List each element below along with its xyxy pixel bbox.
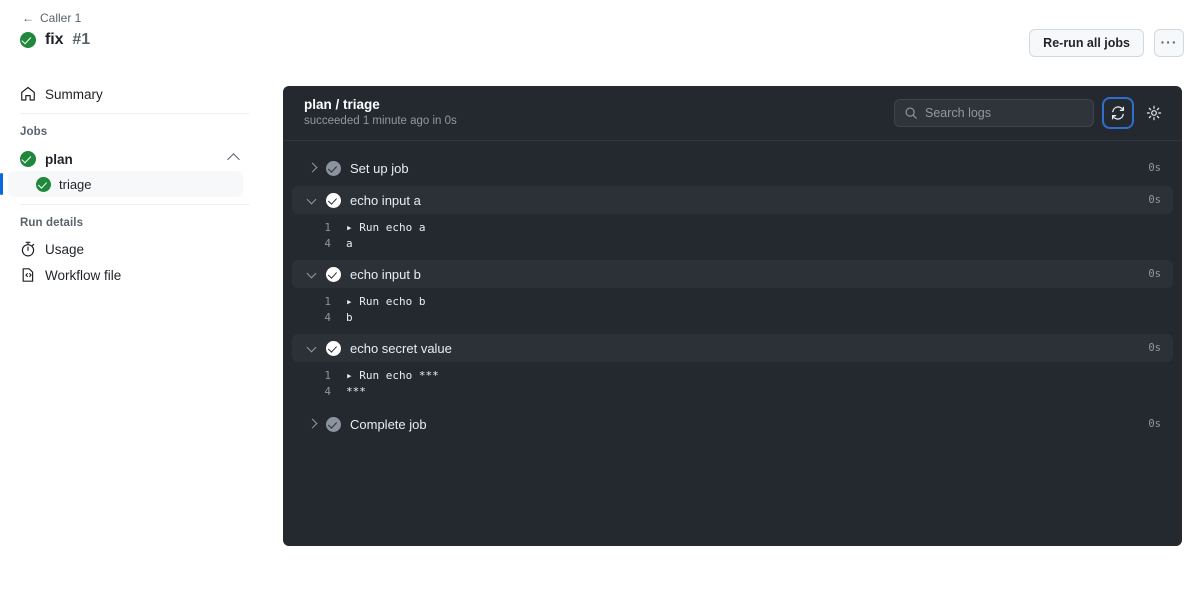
chevron-down-icon bbox=[308, 269, 318, 279]
check-circle-success-icon bbox=[20, 151, 36, 167]
log-step-duration: 0s bbox=[1148, 268, 1161, 280]
run-details-section-label: Run details bbox=[20, 217, 84, 229]
search-icon bbox=[905, 107, 917, 119]
log-line-text: *** bbox=[346, 385, 366, 398]
log-step-header[interactable]: Set up job 0s bbox=[292, 154, 1173, 182]
arrow-left-icon: ← bbox=[22, 11, 34, 25]
check-circle-icon bbox=[326, 192, 341, 208]
selected-indicator bbox=[0, 173, 3, 195]
log-line-text: ▸ Run echo a bbox=[346, 221, 426, 234]
sidebar-step-label: triage bbox=[59, 176, 92, 192]
log-step-duration: 0s bbox=[1148, 162, 1161, 174]
logs-step-list: Set up job 0s echo input a 0s 1 ▸ Run ec… bbox=[283, 154, 1182, 438]
log-line: 4 b bbox=[283, 310, 1182, 326]
log-line-text: b bbox=[346, 311, 353, 324]
sidebar-item-usage[interactable]: Usage bbox=[20, 241, 84, 257]
log-line-text: a bbox=[346, 237, 353, 250]
log-step-title: Set up job bbox=[350, 160, 409, 176]
back-to-caller-link[interactable]: ← Caller 1 bbox=[22, 11, 81, 25]
stopwatch-icon bbox=[21, 241, 35, 257]
chevron-up-icon[interactable] bbox=[227, 153, 240, 166]
log-line-number: 4 bbox=[324, 311, 331, 324]
log-step-duration: 0s bbox=[1148, 418, 1161, 430]
workflow-file-icon bbox=[22, 268, 34, 282]
chevron-down-icon bbox=[308, 343, 318, 353]
check-circle-icon bbox=[326, 340, 341, 356]
log-step-title: echo secret value bbox=[350, 340, 452, 356]
log-line: 1 ▸ Run echo a bbox=[283, 220, 1182, 236]
logs-title: plan / triage bbox=[304, 97, 380, 112]
sidebar-item-label: Summary bbox=[45, 86, 103, 102]
sidebar-item-triage[interactable]: triage bbox=[0, 171, 243, 197]
rerun-all-jobs-button[interactable]: Re-run all jobs bbox=[1029, 29, 1144, 57]
log-output: 1 ▸ Run echo a 4 a bbox=[283, 214, 1182, 260]
log-output: 1 ▸ Run echo b 4 b bbox=[283, 288, 1182, 334]
check-circle-icon bbox=[326, 160, 341, 176]
search-logs-placeholder: Search logs bbox=[925, 106, 992, 120]
sidebar-item-label: Workflow file bbox=[45, 267, 122, 283]
check-circle-success-icon bbox=[36, 176, 51, 192]
refresh-icon bbox=[1111, 106, 1125, 120]
kebab-horizontal-icon[interactable]: ··· bbox=[1154, 29, 1184, 57]
sidebar: ← Caller 1 fix #1 Summary Jobs plan tria… bbox=[0, 0, 270, 591]
run-name: fix bbox=[45, 31, 64, 48]
sidebar-item-summary[interactable]: Summary bbox=[20, 86, 103, 102]
log-output: 1 ▸ Run echo *** 4 *** bbox=[283, 362, 1182, 408]
sidebar-item-label: Usage bbox=[45, 241, 85, 257]
log-line-text: ▸ Run echo b bbox=[346, 295, 426, 308]
log-line-text: ▸ Run echo *** bbox=[346, 369, 439, 382]
log-line-number: 1 bbox=[324, 221, 331, 234]
sidebar-divider-2 bbox=[20, 204, 250, 205]
log-line: 4 *** bbox=[283, 384, 1182, 400]
log-line-number: 4 bbox=[324, 385, 331, 398]
check-circle-icon bbox=[326, 416, 341, 432]
logs-subtitle: succeeded 1 minute ago in 0s bbox=[304, 115, 457, 127]
job-name: plan bbox=[45, 151, 73, 167]
sidebar-job-plan[interactable]: plan bbox=[20, 147, 246, 171]
log-line: 1 ▸ Run echo b bbox=[283, 294, 1182, 310]
chevron-down-icon bbox=[308, 195, 318, 205]
logs-settings-button[interactable] bbox=[1140, 99, 1168, 127]
logs-header: plan / triage succeeded 1 minute ago in … bbox=[283, 86, 1182, 141]
log-step-header[interactable]: echo input b 0s bbox=[292, 260, 1173, 288]
check-circle-success-icon bbox=[20, 32, 36, 48]
log-step-header[interactable]: echo secret value 0s bbox=[292, 334, 1173, 362]
log-line-number: 4 bbox=[324, 237, 331, 250]
log-line-number: 1 bbox=[324, 295, 331, 308]
chevron-right-icon bbox=[308, 419, 318, 429]
jobs-section-label: Jobs bbox=[20, 126, 48, 138]
log-step-title: echo input b bbox=[350, 266, 421, 282]
log-line-number: 1 bbox=[324, 369, 331, 382]
log-step-header[interactable]: echo input a 0s bbox=[292, 186, 1173, 214]
log-step-title: echo input a bbox=[350, 192, 421, 208]
chevron-right-icon bbox=[308, 163, 318, 173]
check-circle-icon bbox=[326, 266, 341, 282]
home-icon bbox=[21, 86, 35, 101]
workflow-run-page: ← Caller 1 fix #1 Summary Jobs plan tria… bbox=[0, 0, 1200, 591]
log-step-header[interactable]: Complete job 0s bbox=[292, 410, 1173, 438]
log-step-duration: 0s bbox=[1148, 342, 1161, 354]
sidebar-divider-1 bbox=[20, 113, 250, 114]
back-link-label: Caller 1 bbox=[40, 11, 82, 25]
gear-icon bbox=[1146, 105, 1162, 121]
logs-panel: plan / triage succeeded 1 minute ago in … bbox=[283, 86, 1182, 546]
run-number: #1 bbox=[72, 31, 91, 48]
refresh-logs-button[interactable] bbox=[1104, 99, 1132, 127]
log-line: 1 ▸ Run echo *** bbox=[283, 368, 1182, 384]
search-logs-input[interactable]: Search logs bbox=[894, 99, 1094, 127]
log-step-title: Complete job bbox=[350, 416, 427, 432]
run-title: fix #1 bbox=[20, 31, 90, 49]
log-line: 4 a bbox=[283, 236, 1182, 252]
log-step-duration: 0s bbox=[1148, 194, 1161, 206]
sidebar-item-workflow-file[interactable]: Workflow file bbox=[20, 267, 121, 283]
